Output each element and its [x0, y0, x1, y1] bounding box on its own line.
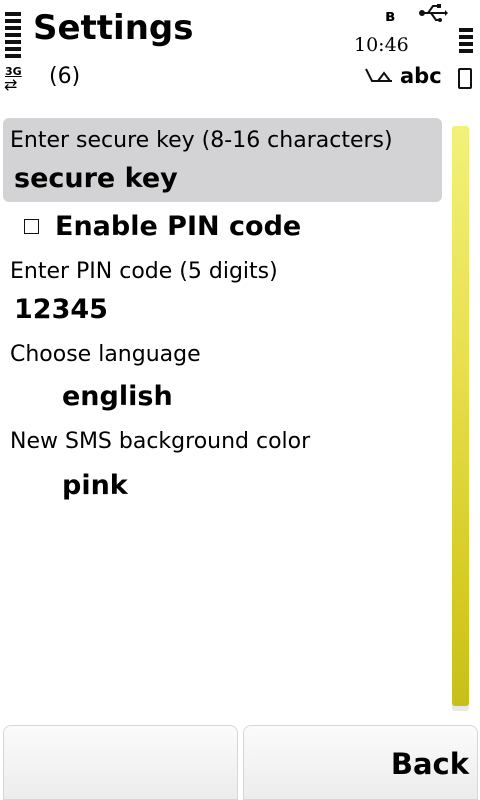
network-3g-icon: 3G ⇄: [2, 65, 28, 97]
sms-color-select[interactable]: pink: [62, 470, 128, 501]
network-arrows: ⇄: [4, 75, 18, 94]
battery-icon: [458, 68, 472, 89]
secure-key-input[interactable]: secure key: [14, 163, 178, 194]
pin-code-label: Enter PIN code (5 digits): [10, 259, 278, 284]
secure-key-label: Enter secure key (8-16 characters): [10, 128, 393, 153]
pin-code-input[interactable]: 12345: [14, 294, 108, 325]
input-mode-indicator: abc: [400, 64, 442, 88]
status-bar: Settings ʙ 10:46 3G ⇄ (6) abc: [0, 0, 480, 108]
bluetooth-icon: ʙ: [385, 6, 396, 25]
scrollbar-thumb[interactable]: [452, 126, 469, 706]
page-title: Settings: [33, 8, 194, 48]
usb-icon: [419, 4, 448, 22]
message-count: (6): [49, 64, 81, 89]
input-pen-icon: [365, 68, 392, 82]
signal-icon: [5, 12, 21, 61]
pin-checkbox[interactable]: [24, 219, 39, 234]
back-softkey-label: Back: [390, 747, 469, 781]
clock: 10:46: [354, 34, 409, 56]
back-softkey[interactable]: Back: [243, 725, 478, 800]
language-select[interactable]: english: [62, 381, 173, 412]
left-softkey[interactable]: [3, 725, 238, 800]
battery-level-icon: [459, 28, 473, 56]
language-label: Choose language: [10, 342, 201, 367]
sms-color-label: New SMS background color: [10, 429, 311, 454]
pin-toggle-label[interactable]: Enable PIN code: [55, 211, 301, 242]
